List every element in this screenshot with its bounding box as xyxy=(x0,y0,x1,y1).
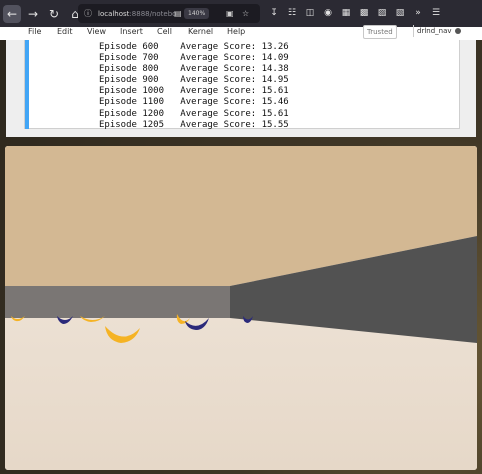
output-line: Episode 700 Average Score: 14.09 xyxy=(99,53,289,63)
menu-help[interactable]: Help xyxy=(227,27,245,37)
output-line: Episode 800 Average Score: 14.38 xyxy=(99,64,289,74)
forward-arrow-icon[interactable]: → xyxy=(24,5,42,23)
extension-icon-4[interactable]: ▧ xyxy=(394,6,406,20)
output-cell[interactable]: Episode 600 Average Score: 13.26 Episode… xyxy=(24,40,460,131)
menu-edit[interactable]: Edit xyxy=(57,27,73,37)
menu-file[interactable]: File xyxy=(28,27,41,37)
score-label: Average Score: 14.09 xyxy=(180,53,289,64)
episode-label: Episode 700 xyxy=(99,53,159,64)
url-path: :8888/notebo xyxy=(129,9,177,18)
cell-selection-bar xyxy=(25,40,29,129)
overflow-icon[interactable]: » xyxy=(412,6,424,20)
browser-toolbar-icons: ↧ ☷ ◫ ◉ ▦ ▩ ▨ ▧ » ☰ xyxy=(268,6,448,20)
kernel-name[interactable]: drlnd_nav xyxy=(413,25,452,37)
reload-icon[interactable]: ↻ xyxy=(45,5,63,23)
menu-icon[interactable]: ☰ xyxy=(430,6,442,20)
back-wall xyxy=(5,286,230,318)
episode-label: Episode 1100 xyxy=(99,97,165,108)
jupyter-menubar: File Edit View Insert Cell Kernel Help T… xyxy=(0,25,482,40)
back-arrow-icon[interactable]: ← xyxy=(3,4,21,23)
trusted-badge[interactable]: Trusted xyxy=(363,25,397,39)
score-label: Average Score: 15.46 xyxy=(180,97,289,108)
menu-cell[interactable]: Cell xyxy=(157,27,172,37)
episode-label: Episode 800 xyxy=(99,64,159,75)
download-icon[interactable]: ↧ xyxy=(268,6,280,20)
extension-icon[interactable]: ▦ xyxy=(340,6,352,20)
extension-icon-3[interactable]: ▨ xyxy=(376,6,388,20)
url-bar[interactable]: ⓘ localhost:8888/notebo ▤ 140% ▣ ☆ xyxy=(78,4,260,23)
account-icon[interactable]: ◉ xyxy=(322,6,334,20)
score-label: Average Score: 13.26 xyxy=(180,42,289,52)
output-line: Episode 1100 Average Score: 15.46 xyxy=(99,97,289,107)
score-label: Average Score: 14.38 xyxy=(180,64,289,75)
star-icon[interactable]: ☆ xyxy=(242,9,251,18)
score-label: Average Score: 15.61 xyxy=(180,86,289,97)
reader-view-icon[interactable]: ▤ xyxy=(174,9,183,18)
notebook-panel: Episode 600 Average Score: 13.26 Episode… xyxy=(6,40,476,137)
pocket-icon[interactable]: ▣ xyxy=(226,9,235,18)
episode-label: Episode 1205 xyxy=(99,119,165,130)
output-text: Episode 600 Average Score: 13.26 Episode… xyxy=(99,42,289,131)
output-line: Episode 1000 Average Score: 15.61 xyxy=(99,86,289,96)
menu-view[interactable]: View xyxy=(87,27,106,37)
episode-label: Episode 1000 xyxy=(99,86,165,97)
output-line: Episode 900 Average Score: 14.95 xyxy=(99,75,289,85)
score-label: Average Score: 14.95 xyxy=(180,75,289,86)
library-icon[interactable]: ☷ xyxy=(286,6,298,20)
info-icon[interactable]: ⓘ xyxy=(84,9,93,18)
extension-icon-2[interactable]: ▩ xyxy=(358,6,370,20)
episode-label: Episode 900 xyxy=(99,75,159,86)
sidebar-icon[interactable]: ◫ xyxy=(304,6,316,20)
episode-label: Episode 600 xyxy=(99,42,159,52)
game-scene xyxy=(5,146,477,470)
episode-label: Episode 1200 xyxy=(99,108,165,119)
url-host: localhost xyxy=(98,9,130,18)
zoom-level[interactable]: 140% xyxy=(184,8,210,19)
output-line: Episode 1200 Average Score: 15.61 xyxy=(99,109,289,119)
menu-kernel[interactable]: Kernel xyxy=(188,27,213,37)
kernel-status-indicator xyxy=(455,28,461,34)
output-line: Episode 1205 Average Score: 15.55 xyxy=(99,120,289,130)
unity-game-window[interactable] xyxy=(5,146,477,470)
menu-insert[interactable]: Insert xyxy=(120,27,143,37)
output-line: Episode 600 Average Score: 13.26 xyxy=(99,42,289,52)
score-label: Average Score: 15.61 xyxy=(180,108,289,119)
score-label: Average Score: 15.55 xyxy=(180,119,289,130)
